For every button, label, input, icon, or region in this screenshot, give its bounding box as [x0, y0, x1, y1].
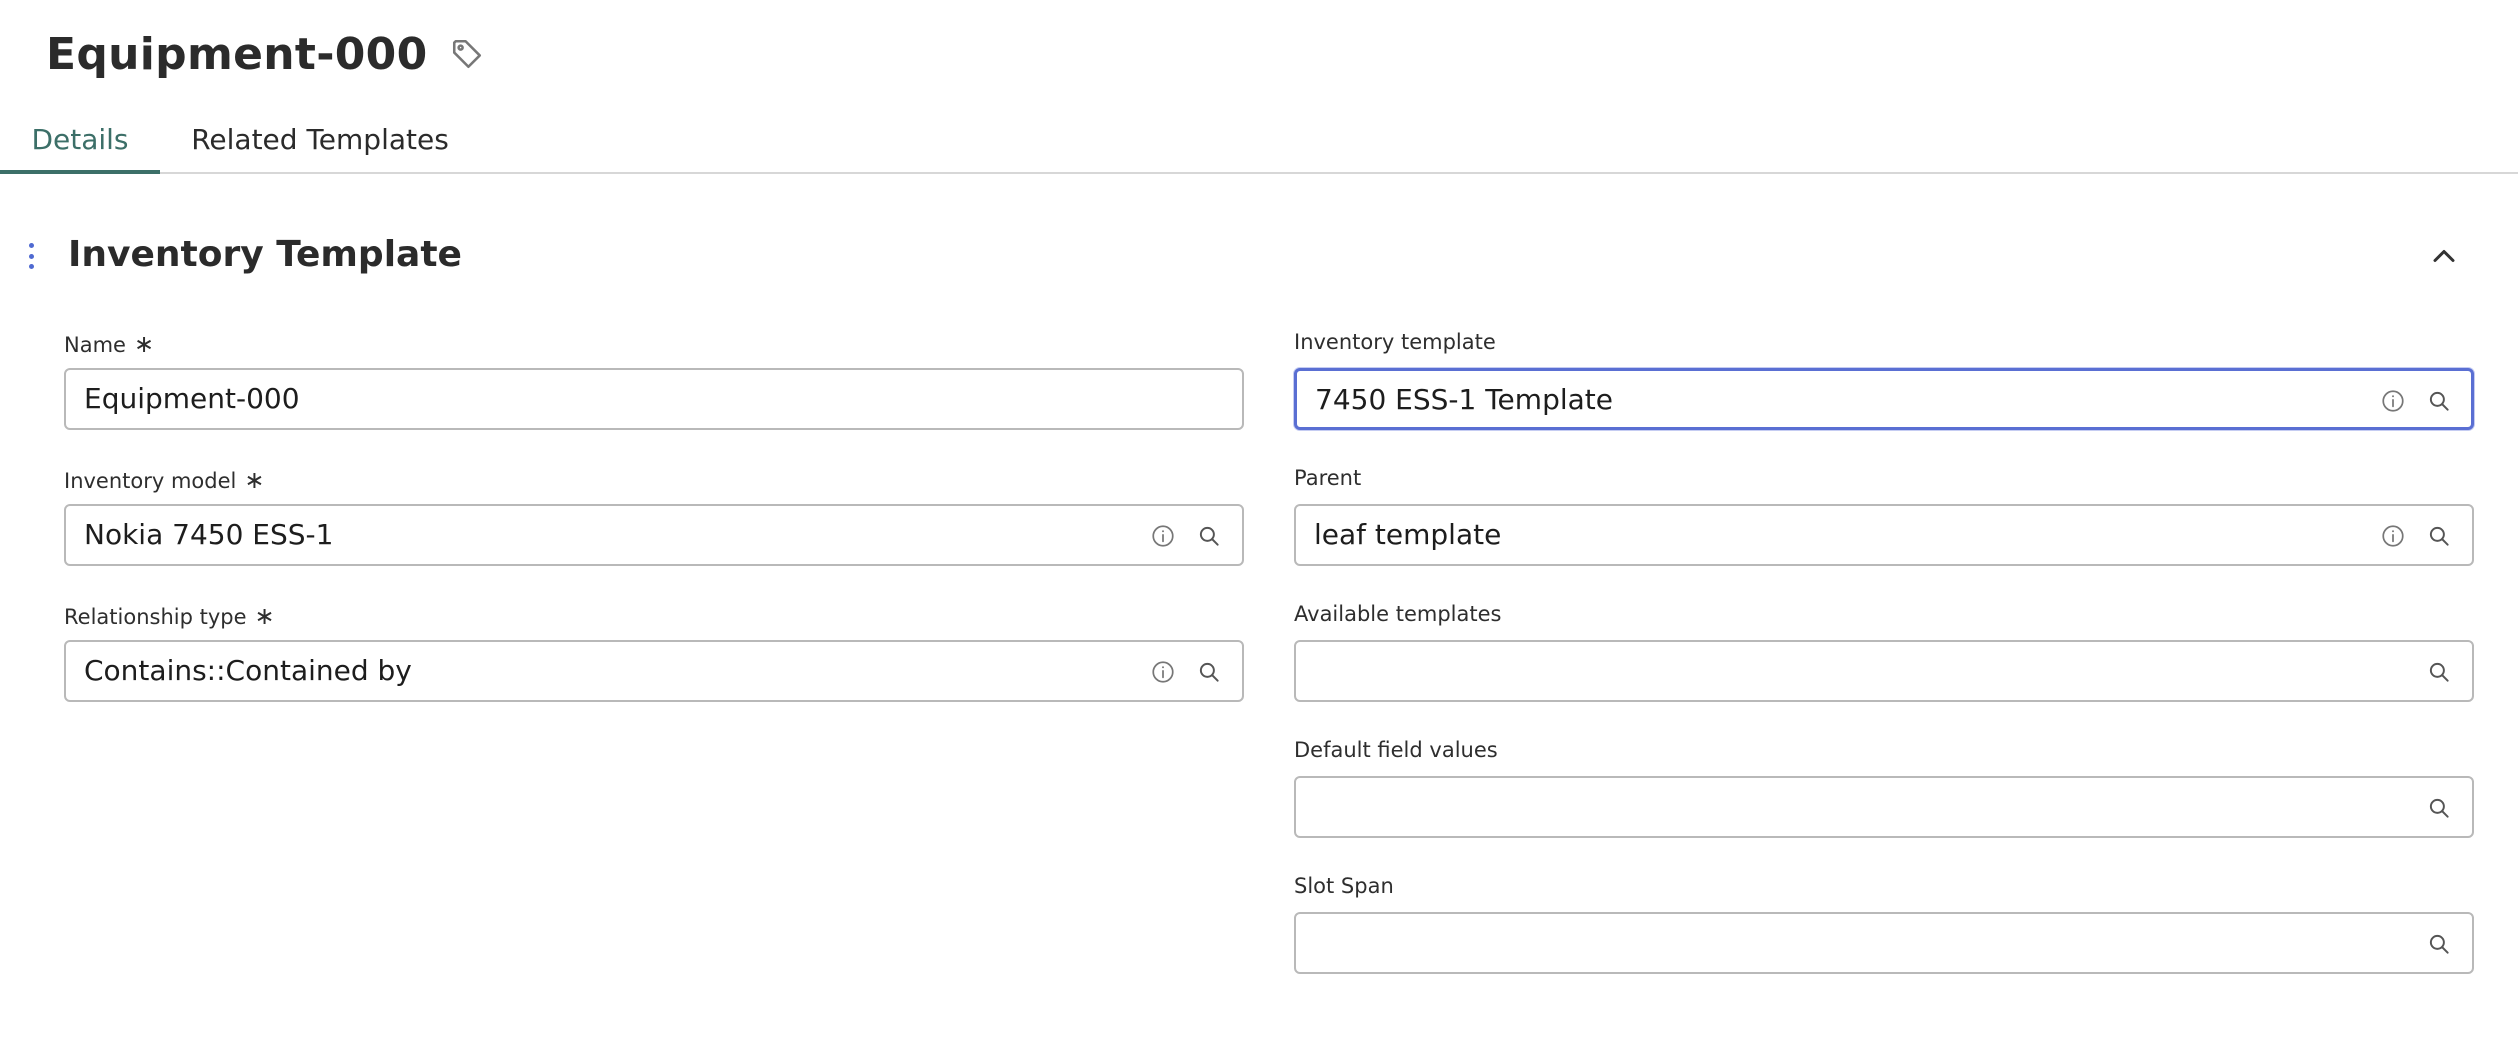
search-icon[interactable]	[2426, 659, 2452, 685]
name-label-text: Name	[64, 333, 126, 357]
inventory-template-value: 7450 ESS-1 Template	[1315, 383, 1613, 416]
relationship-type-label-text: Relationship type	[64, 605, 247, 629]
relationship-type-label: Relationship type ∗	[64, 602, 275, 630]
page-title: Equipment-000	[46, 28, 428, 80]
tab-related-templates[interactable]: Related Templates	[160, 110, 480, 170]
parent-label: Parent	[1294, 466, 1362, 490]
required-marker: ∗	[244, 466, 265, 494]
name-field[interactable]: Equipment-000	[64, 368, 1244, 430]
search-icon[interactable]	[2426, 523, 2452, 549]
info-icon[interactable]	[1150, 523, 1176, 549]
default-field-values-field[interactable]	[1294, 776, 2474, 838]
search-icon[interactable]	[1196, 523, 1222, 549]
required-marker: ∗	[254, 602, 275, 630]
inventory-template-label: Inventory template	[1294, 330, 1496, 354]
required-marker: ∗	[133, 330, 155, 358]
inventory-model-field[interactable]: Nokia 7450 ESS-1	[64, 504, 1244, 566]
title-row: Equipment-000	[46, 24, 484, 84]
section-title: Inventory Template	[68, 234, 462, 275]
default-field-values-label: Default field values	[1294, 738, 1498, 762]
drag-handle-icon[interactable]	[27, 243, 35, 269]
tag-icon[interactable]	[450, 37, 484, 71]
tab-details[interactable]: Details	[0, 110, 160, 174]
inventory-model-label-text: Inventory model	[64, 469, 237, 493]
name-field-value: Equipment-000	[84, 382, 300, 415]
slot-span-field[interactable]	[1294, 912, 2474, 974]
tab-bar: Details Related Templates	[0, 110, 2518, 174]
inventory-template-field[interactable]: 7450 ESS-1 Template	[1294, 368, 2474, 430]
info-icon[interactable]	[2380, 523, 2406, 549]
info-icon[interactable]	[1150, 659, 1176, 685]
available-templates-field[interactable]	[1294, 640, 2474, 702]
relationship-type-value: Contains::Contained by	[84, 654, 412, 687]
parent-field[interactable]: leaf template	[1294, 504, 2474, 566]
inventory-model-label: Inventory model ∗	[64, 466, 264, 494]
parent-value: leaf template	[1314, 518, 1502, 551]
slot-span-label: Slot Span	[1294, 874, 1394, 898]
inventory-model-value: Nokia 7450 ESS-1	[84, 518, 334, 551]
search-icon[interactable]	[2426, 388, 2452, 414]
name-label: Name ∗	[64, 330, 154, 358]
relationship-type-field[interactable]: Contains::Contained by	[64, 640, 1244, 702]
available-templates-label: Available templates	[1294, 602, 1502, 626]
info-icon[interactable]	[2380, 388, 2406, 414]
chevron-up-icon[interactable]	[2426, 238, 2462, 274]
search-icon[interactable]	[2426, 931, 2452, 957]
search-icon[interactable]	[2426, 795, 2452, 821]
search-icon[interactable]	[1196, 659, 1222, 685]
